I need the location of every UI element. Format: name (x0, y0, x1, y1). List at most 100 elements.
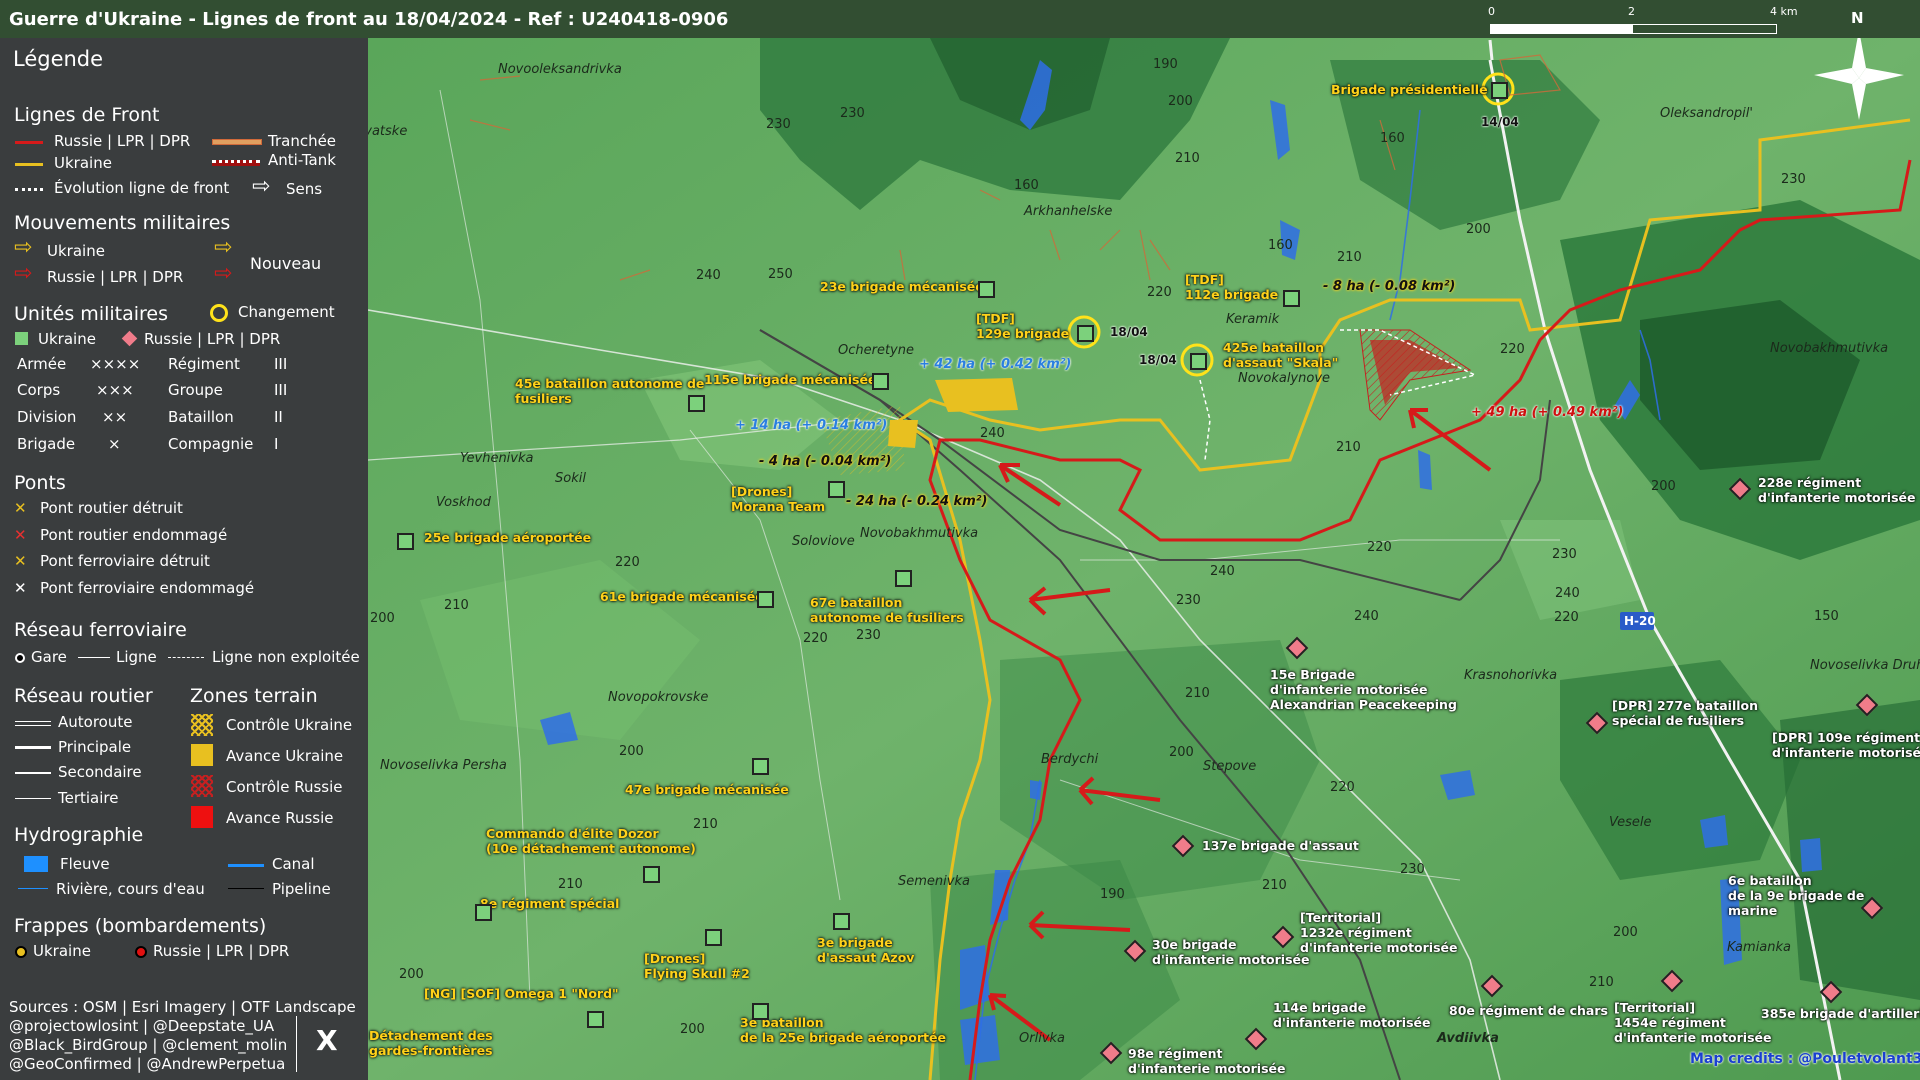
ua-unit-symbol[interactable] (1190, 353, 1207, 370)
ua-unit-symbol[interactable] (978, 281, 995, 298)
legend-panel: Légende Lignes de Front Russie | LPR | D… (0, 38, 368, 1080)
ru-unit-label[interactable]: [Territorial] 1454e régiment d'infanteri… (1614, 1000, 1771, 1045)
unit-row-as0: ×××× (90, 355, 141, 373)
ua-unit-symbol[interactable] (643, 866, 660, 883)
station-icon (15, 653, 25, 663)
ua-unit-label[interactable]: [Drones] Flying Skull #2 (644, 951, 750, 981)
ua-unit-label[interactable]: 425e bataillon d'assaut "Skala" (1223, 340, 1338, 370)
elevation-label: 220 (803, 631, 828, 646)
town-label: Arkhanhelske (1024, 204, 1113, 219)
ru-unit-label[interactable]: [DPR] 109e régiment d'infanterie motoris… (1772, 730, 1920, 760)
ua-unit-label[interactable]: Commando d'élite Dozor (10e détachement … (486, 826, 696, 856)
x-logo-icon[interactable]: X (316, 1024, 338, 1057)
road-destroyed-icon: ✕ (14, 499, 27, 517)
unit-row-a0: Armée (17, 355, 67, 373)
ua-unit-symbol[interactable] (1491, 82, 1508, 99)
ru-unit-label[interactable]: 114e brigade d'infanterie motorisée (1273, 1000, 1430, 1030)
town-label: Vesele (1609, 815, 1652, 830)
russia-move-arrow-icon: ⇨ (14, 261, 33, 286)
elevation-label: 220 (1147, 285, 1172, 300)
front-change-annotation: + 49 ha (+ 0.49 km²) (1471, 405, 1624, 420)
ua-unit-label[interactable]: 25e brigade aéroportée (424, 530, 591, 545)
move-russia-label: Russie | LPR | DPR (47, 268, 184, 286)
front-change-annotation: + 42 ha (+ 0.42 km²) (919, 357, 1072, 372)
ua-unit-label[interactable]: 8e régiment spécial (480, 896, 619, 911)
front-change-annotation: - 24 ha (- 0.24 km²) (846, 494, 988, 509)
ua-unit-symbol[interactable] (895, 570, 912, 587)
unit-row-bs1: III (274, 381, 288, 399)
ua-unit-symbol[interactable] (688, 395, 705, 412)
units-ukraine-label: Ukraine (38, 330, 96, 348)
elevation-label: 220 (1367, 540, 1392, 555)
elevation-label: 210 (1337, 250, 1362, 265)
ua-unit-symbol[interactable] (752, 758, 769, 775)
elevation-label: 230 (766, 117, 791, 132)
unit-row-a2: Division (17, 408, 77, 426)
zone-ukraine-control-swatch (191, 714, 213, 736)
tertiary-road-swatch (15, 798, 51, 799)
ua-unit-label[interactable]: Détachement des gardes-frontières (369, 1028, 493, 1058)
change-date-label: 14/04 (1481, 115, 1519, 129)
ua-unit-label[interactable]: 3e brigade d'assaut Azov (817, 935, 914, 965)
town-label: Sokil (555, 471, 586, 486)
trench-swatch (212, 139, 262, 145)
ua-unit-label[interactable]: Brigade présidentielle (1331, 82, 1488, 97)
ua-unit-label[interactable]: [TDF] 129e brigade (976, 311, 1069, 341)
ru-unit-label[interactable]: 385e brigade d'artillerie (1761, 1006, 1920, 1021)
elevation-label: 230 (1400, 862, 1425, 877)
ru-unit-label[interactable]: 6e bataillon de la 9e brigade de marine (1728, 873, 1864, 918)
town-label: Yevhenivka (460, 451, 534, 466)
hydro-heading: Hydrographie (14, 824, 144, 846)
ru-unit-label[interactable]: [DPR] 277e bataillon spécial de fusilier… (1612, 698, 1758, 728)
sources-line-3: @GeoConfirmed | @AndrewPerpetua (9, 1055, 286, 1073)
ru-unit-label[interactable]: 80e régiment de chars (1449, 1003, 1608, 1018)
direction-arrow-icon: ⇨ (252, 174, 271, 199)
ua-unit-label[interactable]: 47e brigade mécanisée (625, 782, 789, 797)
ua-unit-symbol[interactable] (1077, 325, 1094, 342)
ua-unit-label[interactable]: 115e brigade mécanisée (704, 372, 876, 387)
primary-road-swatch (15, 746, 51, 749)
ua-unit-symbol[interactable] (828, 481, 845, 498)
ua-unit-symbol[interactable] (757, 591, 774, 608)
units-russia-label: Russie | LPR | DPR (144, 330, 281, 348)
ukraine-advance-zone (935, 378, 1018, 412)
highway-swatch (15, 721, 51, 726)
ua-unit-symbol[interactable] (1283, 290, 1300, 307)
front-change-annotation: - 8 ha (- 0.08 km²) (1323, 279, 1456, 294)
ru-unit-label[interactable]: 137e brigade d'assaut (1202, 838, 1359, 853)
ua-unit-symbol[interactable] (587, 1011, 604, 1028)
elevation-label: 200 (619, 744, 644, 759)
units-heading: Unités militaires (14, 303, 169, 325)
ua-unit-symbol[interactable] (475, 904, 492, 921)
antitank-swatch (212, 160, 260, 166)
ru-unit-label[interactable]: 98e régiment d'infanterie motorisée (1128, 1046, 1285, 1076)
ua-unit-label[interactable]: [NG] [SOF] Omega 1 "Nord" (424, 986, 619, 1001)
ru-unit-label[interactable]: 15e Brigade d'infanterie motorisée Alexa… (1270, 667, 1457, 712)
ua-unit-symbol[interactable] (752, 1003, 769, 1020)
town-label: Orlivka (1019, 1031, 1065, 1046)
ua-unit-symbol[interactable] (872, 373, 889, 390)
road-item-2: Secondaire (58, 763, 142, 781)
elevation-label: 210 (1589, 975, 1614, 990)
town-label: Stepove (1203, 759, 1257, 774)
ua-unit-symbol[interactable] (705, 929, 722, 946)
ua-unit-label[interactable]: 45e bataillon autonome de fusiliers (515, 376, 704, 406)
road-item-1: Principale (58, 738, 132, 756)
elevation-label: 190 (1153, 57, 1178, 72)
ua-unit-label[interactable]: 61e brigade mécanisée (600, 589, 764, 604)
ua-unit-label[interactable]: 67e bataillon autonome de fusiliers (810, 595, 964, 625)
ua-unit-label[interactable]: 3e bataillon de la 25e brigade aéroporté… (740, 1015, 946, 1045)
ru-unit-label[interactable]: 228e régiment d'infanterie motorisée (1758, 475, 1915, 505)
ru-unit-label[interactable]: [Territorial] 1232e régiment d'infanteri… (1300, 910, 1457, 955)
ua-unit-label[interactable]: [Drones] Morana Team (731, 484, 825, 514)
zone-item-3: Avance Russie (226, 809, 334, 827)
zone-ukraine-advance-swatch (191, 744, 213, 766)
ua-unit-label[interactable]: 23e brigade mécanisée (820, 279, 984, 294)
town-label: Novopokrovske (608, 690, 709, 705)
ua-unit-symbol[interactable] (833, 913, 850, 930)
front-direction-label: Sens (286, 180, 323, 198)
ua-unit-symbol[interactable] (397, 533, 414, 550)
north-label: N (1851, 9, 1864, 27)
map-canvas[interactable] (368, 38, 1920, 1080)
ua-unit-label[interactable]: [TDF] 112e brigade (1185, 272, 1278, 302)
